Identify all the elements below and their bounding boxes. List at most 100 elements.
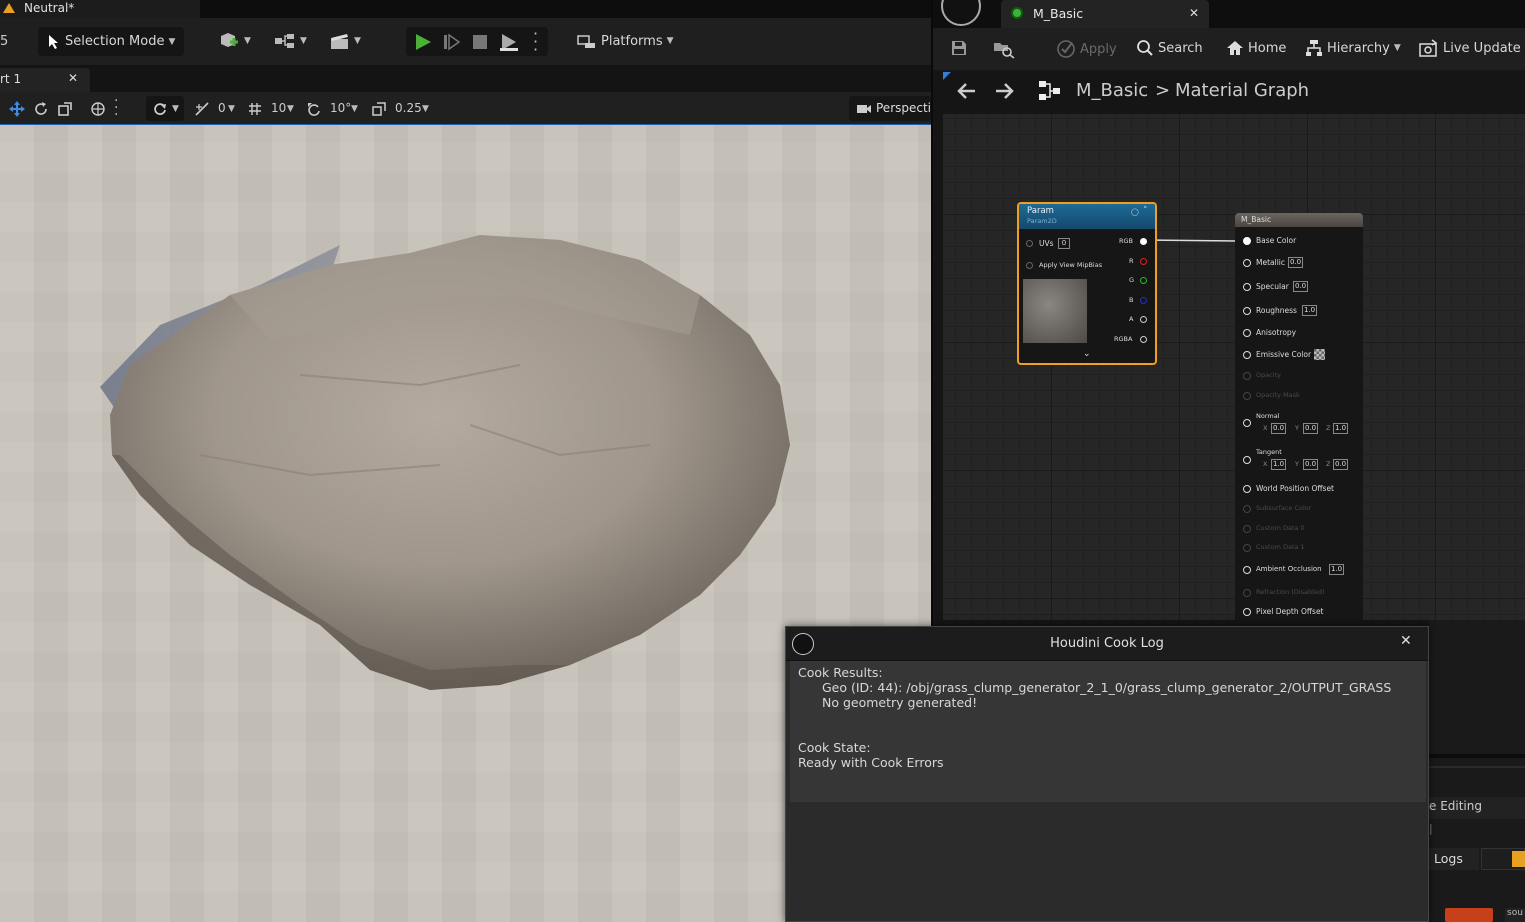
rotation-snap-value[interactable]: 0 — [218, 101, 226, 115]
chevron-down-icon: ▼ — [300, 36, 307, 46]
stop-icon[interactable] — [471, 33, 489, 51]
chevron-down-icon: ▼ — [287, 104, 294, 114]
normal-x-value[interactable]: 0.0 — [1271, 423, 1287, 434]
chevron-down-icon: ▼ — [228, 104, 235, 114]
output-rgb-pin[interactable] — [1140, 238, 1147, 245]
metallic-pin[interactable] — [1243, 259, 1251, 267]
close-icon[interactable]: ✕ — [1400, 633, 1412, 649]
output-rgba-pin[interactable] — [1140, 336, 1147, 343]
emissive-swatch-icon[interactable] — [1314, 349, 1325, 360]
back-arrow-icon[interactable] — [957, 82, 977, 100]
tangent-pin[interactable] — [1243, 456, 1251, 464]
output-r-pin[interactable] — [1140, 258, 1147, 265]
cook-results-heading: Cook Results: — [798, 665, 883, 680]
home-button[interactable]: Home — [1226, 39, 1286, 57]
metallic-value[interactable]: 0.0 — [1288, 257, 1304, 268]
normal-y-value[interactable]: 0.0 — [1303, 423, 1319, 434]
angle-snap-icon[interactable] — [306, 101, 322, 117]
cook-log-text[interactable]: Cook Results: Geo (ID: 44): /obj/grass_c… — [790, 661, 1426, 802]
world-icon[interactable] — [90, 101, 106, 117]
material-graph-canvas[interactable]: Param Param2D ◯ ˄ UVs 0 Apply View MipBi… — [943, 114, 1525, 620]
blueprint-button[interactable]: ▼ — [274, 32, 307, 50]
param-node[interactable]: Param Param2D ◯ ˄ UVs 0 Apply View MipBi… — [1017, 202, 1157, 365]
uvs-value[interactable]: 0 — [1058, 238, 1070, 249]
base-color-label: Base Color — [1256, 236, 1297, 245]
output-g-pin[interactable] — [1140, 277, 1147, 284]
tangent-y-value[interactable]: 0.0 — [1303, 459, 1319, 470]
tangent-z-value[interactable]: 0.0 — [1333, 459, 1349, 470]
close-icon[interactable]: ✕ — [68, 71, 78, 85]
mip-input-pin[interactable] — [1026, 262, 1033, 269]
viewport-tab[interactable]: rt 1 ✕ — [0, 68, 90, 92]
rotation-snap-icon[interactable] — [194, 101, 210, 117]
add-actor-button[interactable]: ▼ — [218, 31, 251, 51]
details-panel: e Editing | Logs sou — [1429, 620, 1525, 922]
live-update-button[interactable]: Live Update ▼ — [1419, 39, 1525, 57]
forward-arrow-icon[interactable] — [994, 82, 1014, 100]
normal-z-value[interactable]: 1.0 — [1333, 423, 1349, 434]
wpo-pin[interactable] — [1243, 485, 1251, 493]
cursor-icon — [49, 34, 58, 49]
grid-snap-value[interactable]: 10 — [271, 101, 286, 115]
uvs-input-pin[interactable] — [1026, 240, 1033, 247]
browse-icon[interactable] — [992, 39, 1016, 59]
search-button[interactable]: Search — [1136, 39, 1203, 57]
source-control-button[interactable]: sou — [1505, 908, 1525, 922]
opacity-mask-pin — [1243, 392, 1251, 400]
apply-button[interactable]: Apply — [1056, 39, 1117, 59]
selection-mode-label: Selection Mode — [65, 34, 165, 49]
output-a-pin[interactable] — [1140, 316, 1147, 323]
tangent-x-value[interactable]: 1.0 — [1271, 459, 1287, 470]
ao-pin[interactable] — [1243, 566, 1251, 574]
breadcrumb-root[interactable]: M_Basic — [1076, 80, 1148, 101]
scale-snap-value[interactable]: 0.25 — [395, 101, 422, 115]
grid-snap-icon[interactable] — [247, 101, 263, 117]
expand-chevron-icon[interactable]: ⌄ — [1083, 349, 1091, 359]
material-tab[interactable]: M_Basic ✕ — [1001, 0, 1209, 28]
param-node-title: Param — [1027, 206, 1054, 216]
hierarchy-button[interactable]: Hierarchy ▼ — [1305, 39, 1401, 57]
material-result-node[interactable]: M_Basic Base Color Metallic 0.0 Specular… — [1235, 213, 1363, 620]
collapse-icon[interactable]: ˄ — [1143, 206, 1148, 216]
rotate-icon[interactable] — [33, 101, 49, 117]
selection-mode-button[interactable]: Selection Mode ▼ — [38, 27, 184, 56]
material-tab-label: M_Basic — [1033, 6, 1084, 21]
scale-icon[interactable] — [57, 101, 73, 117]
level-tab[interactable]: Neutral* — [0, 0, 200, 18]
output-b-pin[interactable] — [1140, 297, 1147, 304]
emissive-pin[interactable] — [1243, 351, 1251, 359]
preview-toggle-icon[interactable]: ◯ — [1131, 208, 1139, 216]
advance-frame-icon[interactable] — [443, 33, 461, 51]
eject-icon[interactable] — [499, 32, 519, 52]
normal-pin[interactable] — [1243, 419, 1251, 427]
play-icon[interactable] — [414, 33, 432, 51]
ue-logo-icon[interactable] — [941, 0, 981, 26]
editing-field[interactable]: e Editing — [1429, 797, 1525, 819]
orange-button[interactable] — [1445, 908, 1493, 922]
cinematics-button[interactable]: ▼ — [330, 32, 361, 50]
play-options-icon[interactable]: · · · — [533, 26, 538, 58]
search-icon — [1137, 40, 1153, 56]
opacity-mask-label: Opacity Mask — [1256, 391, 1300, 399]
dialog-title-bar[interactable]: Houdini Cook Log ✕ — [786, 627, 1428, 661]
logs-badge-icon[interactable] — [1481, 848, 1525, 870]
specular-pin[interactable] — [1243, 283, 1251, 291]
angle-snap-value[interactable]: 10° — [330, 101, 351, 115]
ao-value[interactable]: 1.0 — [1329, 564, 1345, 575]
scale-snap-icon[interactable] — [371, 101, 387, 117]
roughness-value[interactable]: 1.0 — [1302, 305, 1318, 316]
platforms-button[interactable]: Platforms ▼ — [577, 33, 674, 49]
specular-value[interactable]: 0.0 — [1293, 281, 1309, 292]
texture-preview — [1023, 279, 1087, 343]
logs-tab[interactable]: Logs — [1429, 848, 1479, 870]
anisotropy-pin[interactable] — [1243, 329, 1251, 337]
save-icon[interactable] — [950, 39, 968, 57]
more-options-icon[interactable]: · · · — [114, 94, 118, 122]
translate-icon[interactable] — [8, 100, 26, 118]
close-icon[interactable]: ✕ — [1189, 6, 1199, 20]
subsurface-pin — [1243, 505, 1251, 513]
roughness-pin[interactable] — [1243, 307, 1251, 315]
base-color-pin[interactable] — [1243, 237, 1251, 245]
panel-divider-2 — [1429, 766, 1525, 768]
pdo-pin[interactable] — [1243, 608, 1251, 616]
